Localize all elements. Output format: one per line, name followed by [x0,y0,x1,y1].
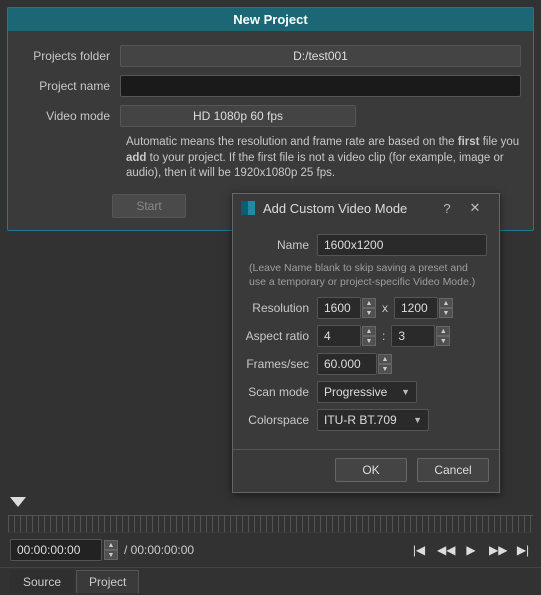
playhead-icon[interactable] [10,497,26,507]
fps-input[interactable] [317,353,377,375]
aspect-b-input[interactable] [391,325,435,347]
label-scan: Scan mode [245,385,317,399]
fps-up[interactable]: ▲ [378,354,392,364]
skip-start-icon: |◀ [413,543,425,557]
timecode-current[interactable]: 00:00:00:00 [10,539,102,561]
dialog-footer: OK Cancel [233,449,499,492]
res-height-stepper[interactable]: ▲ ▼ [394,297,453,319]
timecode-total: / 00:00:00:00 [124,543,194,557]
label-colorspace: Colorspace [245,413,317,427]
forward-icon: ▶▶ [489,543,507,557]
project-name-input[interactable] [120,75,521,97]
colon-separator: : [382,329,385,343]
timeline-ruler[interactable] [8,515,533,533]
res-height-down[interactable]: ▼ [439,308,453,318]
ok-button[interactable]: OK [335,458,407,482]
tabs-row: Source Project [0,567,541,595]
transport-row: 00:00:00:00 ▲ ▼ / 00:00:00:00 |◀ ◀◀ ▶ ▶▶… [0,533,541,567]
dialog-title-bar: Add Custom Video Mode ? ✕ [233,194,499,224]
panel-title: New Project [8,8,533,31]
close-icon: ✕ [470,200,481,215]
label-fps: Frames/sec [245,357,317,371]
name-input[interactable] [317,234,487,256]
res-height-input[interactable] [394,297,438,319]
timeline-area: 00:00:00:00 ▲ ▼ / 00:00:00:00 |◀ ◀◀ ▶ ▶▶… [0,497,541,595]
help-button[interactable]: ? [433,201,461,216]
start-button[interactable]: Start [112,194,186,218]
app-icon [241,201,255,215]
rewind-icon: ◀◀ [437,543,455,557]
skip-end-icon: ▶| [517,543,529,557]
row-project-name: Project name [8,71,533,101]
colorspace-select[interactable]: ITU-R BT.709 ▼ [317,409,429,431]
dialog-title-text: Add Custom Video Mode [263,201,407,216]
rewind-button[interactable]: ◀◀ [437,543,453,557]
tc-up[interactable]: ▲ [104,540,118,550]
tab-source[interactable]: Source [10,570,74,593]
aspect-a-down[interactable]: ▼ [362,336,376,346]
res-height-up[interactable]: ▲ [439,298,453,308]
label-project-name: Project name [20,79,120,93]
play-icon: ▶ [466,543,475,557]
cancel-button[interactable]: Cancel [417,458,489,482]
tab-project[interactable]: Project [76,570,139,593]
res-width-stepper[interactable]: ▲ ▼ [317,297,376,319]
fps-stepper[interactable]: ▲ ▼ [317,353,392,375]
video-mode-dropdown[interactable]: HD 1080p 60 fps [120,105,356,127]
label-projects-folder: Projects folder [20,49,120,63]
chevron-down-icon: ▼ [401,387,410,397]
row-projects-folder: Projects folder [8,41,533,71]
name-hint: (Leave Name blank to skip saving a prese… [245,262,487,297]
dialog-body: Name (Leave Name blank to skip saving a … [233,224,499,449]
add-custom-video-mode-dialog: Add Custom Video Mode ? ✕ Name (Leave Na… [232,193,500,493]
close-button[interactable]: ✕ [461,200,489,216]
aspect-a-input[interactable] [317,325,361,347]
scan-mode-select[interactable]: Progressive ▼ [317,381,417,403]
chevron-down-icon: ▼ [413,415,422,425]
fps-down[interactable]: ▼ [378,364,392,374]
label-resolution: Resolution [245,301,317,315]
label-aspect: Aspect ratio [245,329,317,343]
aspect-a-stepper[interactable]: ▲ ▼ [317,325,376,347]
aspect-b-up[interactable]: ▲ [436,326,450,336]
label-name: Name [245,238,317,252]
forward-button[interactable]: ▶▶ [489,543,505,557]
play-button[interactable]: ▶ [463,543,479,557]
res-width-up[interactable]: ▲ [362,298,376,308]
help-text: Automatic means the resolution and frame… [8,131,533,190]
res-width-down[interactable]: ▼ [362,308,376,318]
skip-end-button[interactable]: ▶| [515,543,531,557]
aspect-b-down[interactable]: ▼ [436,336,450,346]
res-width-input[interactable] [317,297,361,319]
x-separator: x [382,301,388,315]
label-video-mode: Video mode [20,109,120,123]
skip-start-button[interactable]: |◀ [411,543,427,557]
projects-folder-input[interactable] [120,45,521,67]
tc-down[interactable]: ▼ [104,550,118,560]
aspect-a-up[interactable]: ▲ [362,326,376,336]
row-video-mode: Video mode HD 1080p 60 fps [8,101,533,131]
aspect-b-stepper[interactable]: ▲ ▼ [391,325,450,347]
